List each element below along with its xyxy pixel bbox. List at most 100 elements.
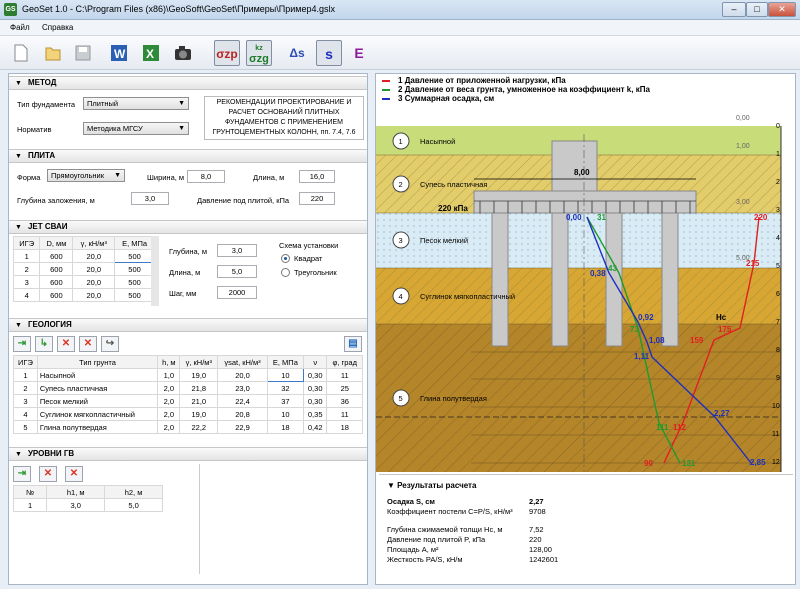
norm-select[interactable]: Методика МГСУ ▼ <box>83 122 189 135</box>
table-row[interactable]: 1 Насыпной 1,0 19,0 20,0 10 0,30 11 <box>13 368 363 382</box>
word-export-icon[interactable]: W <box>106 40 132 66</box>
section-method[interactable]: ▼ МЕТОД <box>9 76 367 90</box>
table-row[interactable]: 2 Супесь пластичная 2,0 21,8 23,0 32 0,30 25 <box>13 381 363 395</box>
add-row-icon[interactable]: ⇥ <box>13 336 31 352</box>
table-row[interactable]: 1 600 20,0 500 <box>12 249 155 263</box>
delete-row-icon[interactable]: ✕ <box>57 336 75 352</box>
app-icon: GS <box>4 3 17 16</box>
result-label: Давление под плитой P, кПа <box>387 535 486 544</box>
table-row[interactable]: 3 600 20,0 500 <box>12 275 155 289</box>
table-row[interactable]: 4 600 20,0 500 <box>12 288 155 302</box>
jet-depth-input[interactable]: 3,0 <box>217 244 257 257</box>
window-title: GeoSet 1.0 - C:\Program Files (x86)\GeoS… <box>22 4 335 14</box>
table-row[interactable]: 1 3,0 5,0 <box>12 498 163 512</box>
length-input[interactable]: 16,0 <box>299 170 335 183</box>
delta-s-button[interactable]: Δs <box>284 40 310 66</box>
width-label: Ширина, м <box>147 173 185 182</box>
groundwater-table: № h1, м h2, м 1 3,0 5,0 <box>12 485 163 512</box>
jet-step-label: Шаг, мм <box>169 289 197 298</box>
save-icon[interactable] <box>70 40 96 66</box>
foundation-type-select[interactable]: Плитный ▼ <box>83 97 189 110</box>
tick-label: 12 <box>772 459 780 466</box>
foundation-type-label: Тип фундамента <box>17 100 76 109</box>
jet-table: ИГЭ D, мм γ, кН/м³ E, МПа 1 600 20,0 500 2 600 2… <box>12 236 155 302</box>
delete-gw-icon[interactable]: ✕ <box>39 466 57 482</box>
close-button[interactable]: ✕ <box>768 2 796 17</box>
jet-step-input[interactable]: 2000 <box>217 286 257 299</box>
excel-export-icon[interactable]: X <box>138 40 164 66</box>
menu-file[interactable]: Файл <box>10 23 30 32</box>
tick-label: 7 <box>776 319 780 326</box>
link-icon[interactable]: ↪ <box>101 336 119 352</box>
section-jet-piles[interactable]: ▼ JET СВАИ <box>9 220 367 234</box>
minimize-button[interactable]: – <box>722 2 746 17</box>
tick-label: 4 <box>776 235 780 242</box>
jet-length-input[interactable]: 5,0 <box>217 265 257 278</box>
section-plate[interactable]: ▼ ПЛИТА <box>9 149 367 163</box>
scheme-triangle-radio[interactable] <box>281 268 290 277</box>
level-mark: 0,00 <box>736 115 750 122</box>
data-label: 73 <box>630 325 639 334</box>
result-value: 1242601 <box>529 555 559 564</box>
layer-name: Супесь пластичная <box>420 180 487 189</box>
table-row[interactable]: 3 Песок мелкий 2,0 21,0 22,4 37 0,30 36 <box>13 394 363 408</box>
pressure-input[interactable]: 220 <box>299 192 335 205</box>
insert-row-icon[interactable]: ↳ <box>35 336 53 352</box>
table-row[interactable]: 5 Глина полутвердая 2,0 22,2 22,9 18 0,42 18 <box>13 420 363 434</box>
data-label: 1,11 <box>634 352 650 361</box>
layer-number: 3 <box>399 236 403 245</box>
result-label: Коэффициент постели C=P/S, кН/м³ <box>387 507 513 516</box>
section-groundwater[interactable]: ▼ УРОВНИ ГВ <box>9 447 367 461</box>
maximize-button[interactable]: □ <box>746 2 768 17</box>
title-bar: GS GeoSet 1.0 - C:\Program Files (x86)\G… <box>0 0 800 20</box>
table-row[interactable]: 4 Суглинок мягкопластичный 2,0 19,0 20,8 10 0,… <box>13 407 363 421</box>
tick-label: 10 <box>772 403 780 410</box>
tick-label: 8 <box>776 347 780 354</box>
clear-table-icon[interactable]: ✕ <box>79 336 97 352</box>
table-row[interactable]: 2 600 20,0 500 <box>12 262 155 276</box>
result-label: Глубина сжимаемой толщи Hc, м <box>387 525 503 534</box>
soil-diagram: 0 1 2 3 4 5 6 7 8 9 10 11 12 0,00 1,00 3… <box>376 115 782 472</box>
data-label: 131 <box>682 459 696 468</box>
clear-gw-icon[interactable]: ✕ <box>65 466 83 482</box>
tick-label: 9 <box>776 375 780 382</box>
norm-label: Норматив <box>17 125 52 134</box>
open-file-icon[interactable] <box>40 40 66 66</box>
data-label: 0,92 <box>638 313 654 322</box>
depth-label: Глубина заложения, м <box>17 196 95 205</box>
section-geology[interactable]: ▼ ГЕОЛОГИЯ <box>9 318 367 332</box>
sigma-zp-button[interactable]: σzp <box>214 40 240 66</box>
camera-icon[interactable] <box>170 40 196 66</box>
data-label: 2,27 <box>714 409 730 418</box>
width-input[interactable]: 8,0 <box>187 170 225 183</box>
tick-label: 11 <box>772 431 779 438</box>
table-settings-icon[interactable]: ▤ <box>344 336 362 352</box>
e-button[interactable]: E <box>346 40 372 66</box>
results-title[interactable]: ▼ Результаты расчета <box>387 481 476 490</box>
method-note: РЕКОМЕНДАЦИИ ПРОЕКТИРОВАНИЕ И РАСЧЕТ ОСН… <box>204 96 364 140</box>
chevron-down-icon: ▼ <box>114 172 121 179</box>
foundation-plate <box>473 190 697 214</box>
layer-name: Суглинок мягкопластичный <box>420 292 515 301</box>
add-gw-icon[interactable]: ⇥ <box>13 466 31 482</box>
input-panel: ▼ МЕТОД Тип фундамента Плитный ▼ Норматив … <box>8 73 368 585</box>
form-select[interactable]: Прямоугольник ▼ <box>47 169 125 182</box>
chevron-down-icon: ▼ <box>178 100 185 107</box>
foundation-column <box>551 140 598 192</box>
s-button[interactable]: s <box>316 40 342 66</box>
tick-label: 6 <box>776 291 780 298</box>
menu-help[interactable]: Справка <box>42 23 73 32</box>
data-label: 2,85 <box>750 458 766 467</box>
scheme-square-radio[interactable] <box>281 254 290 263</box>
depth-input[interactable]: 3,0 <box>131 192 169 205</box>
jet-pile <box>605 212 623 347</box>
new-file-icon[interactable] <box>8 40 34 66</box>
data-label: 220 <box>754 213 768 222</box>
data-label: 159 <box>690 336 704 345</box>
level-mark: 1,00 <box>736 143 750 150</box>
sigma-zg-button[interactable]: kz σzg <box>246 40 272 66</box>
result-label: Площадь A, м² <box>387 545 439 554</box>
jet-scrollbar[interactable] <box>151 236 159 306</box>
tick-label: 5 <box>776 263 780 270</box>
result-value: 128,00 <box>529 545 552 554</box>
